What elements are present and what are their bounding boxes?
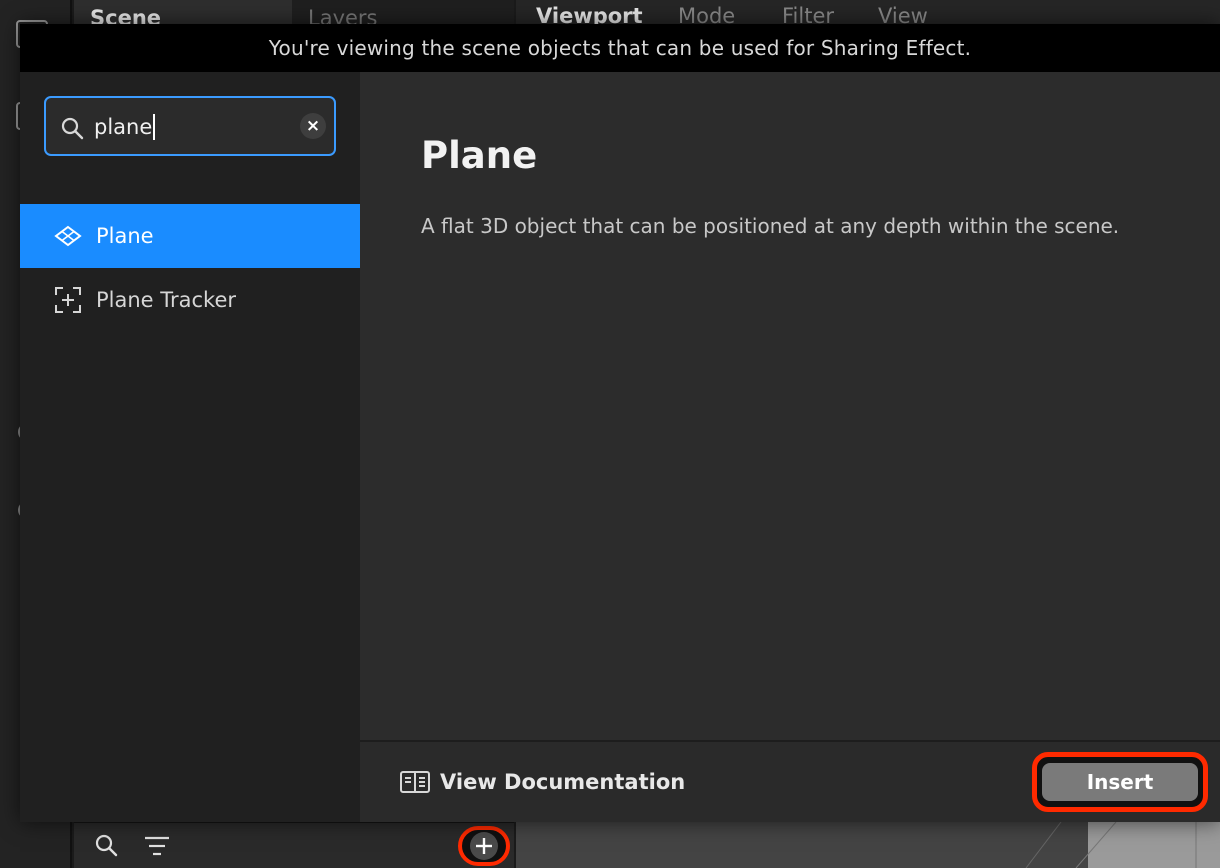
plane-tracker-icon <box>54 286 82 314</box>
doc-link-label: View Documentation <box>440 770 686 794</box>
clear-search-button[interactable]: × <box>300 113 326 139</box>
app-window: Scene Layers Viewport Mode Filter View Y… <box>0 0 1220 868</box>
tab-view[interactable]: View <box>878 4 928 24</box>
detail-title: Plane <box>421 134 538 177</box>
insert-object-dialog: You're viewing the scene objects that ca… <box>20 24 1220 822</box>
detail-description: A flat 3D object that can be positioned … <box>421 214 1120 238</box>
tab-filter[interactable]: Filter <box>782 4 834 24</box>
scene-bottom-bar <box>74 822 514 868</box>
search-icon <box>60 116 84 144</box>
filter-icon[interactable] <box>144 835 170 861</box>
book-icon <box>400 770 430 794</box>
result-label: Plane Tracker <box>96 288 237 312</box>
view-documentation-link[interactable]: View Documentation <box>400 770 685 794</box>
viewport-canvas[interactable] <box>516 822 1220 868</box>
add-object-button[interactable] <box>458 826 510 866</box>
object-detail-pane: Plane A flat 3D object that can be posit… <box>360 72 1220 740</box>
dialog-footer: View Documentation Insert <box>360 740 1220 822</box>
search-input[interactable] <box>94 110 294 144</box>
sharing-effect-banner: You're viewing the scene objects that ca… <box>20 24 1220 72</box>
tab-layers[interactable]: Layers <box>292 0 514 24</box>
result-item-plane-tracker[interactable]: Plane Tracker <box>20 268 360 332</box>
tab-viewport[interactable]: Viewport <box>536 4 643 24</box>
plane-icon <box>54 222 82 250</box>
search-box[interactable]: × <box>44 96 336 156</box>
insert-button[interactable]: Insert <box>1042 763 1198 801</box>
text-caret <box>153 114 155 140</box>
viewport-grid <box>516 822 1220 868</box>
search-icon[interactable] <box>94 833 118 861</box>
tab-mode[interactable]: Mode <box>678 4 735 24</box>
plus-icon <box>470 832 498 860</box>
viewport-tabs: Viewport Mode Filter View <box>516 0 1220 24</box>
result-item-plane[interactable]: Plane <box>20 204 360 268</box>
object-search-sidebar: × Plane Plane Tracker <box>20 72 360 822</box>
tab-scene[interactable]: Scene <box>74 0 292 24</box>
insert-button-highlight: Insert <box>1032 752 1208 812</box>
result-label: Plane <box>96 224 154 248</box>
